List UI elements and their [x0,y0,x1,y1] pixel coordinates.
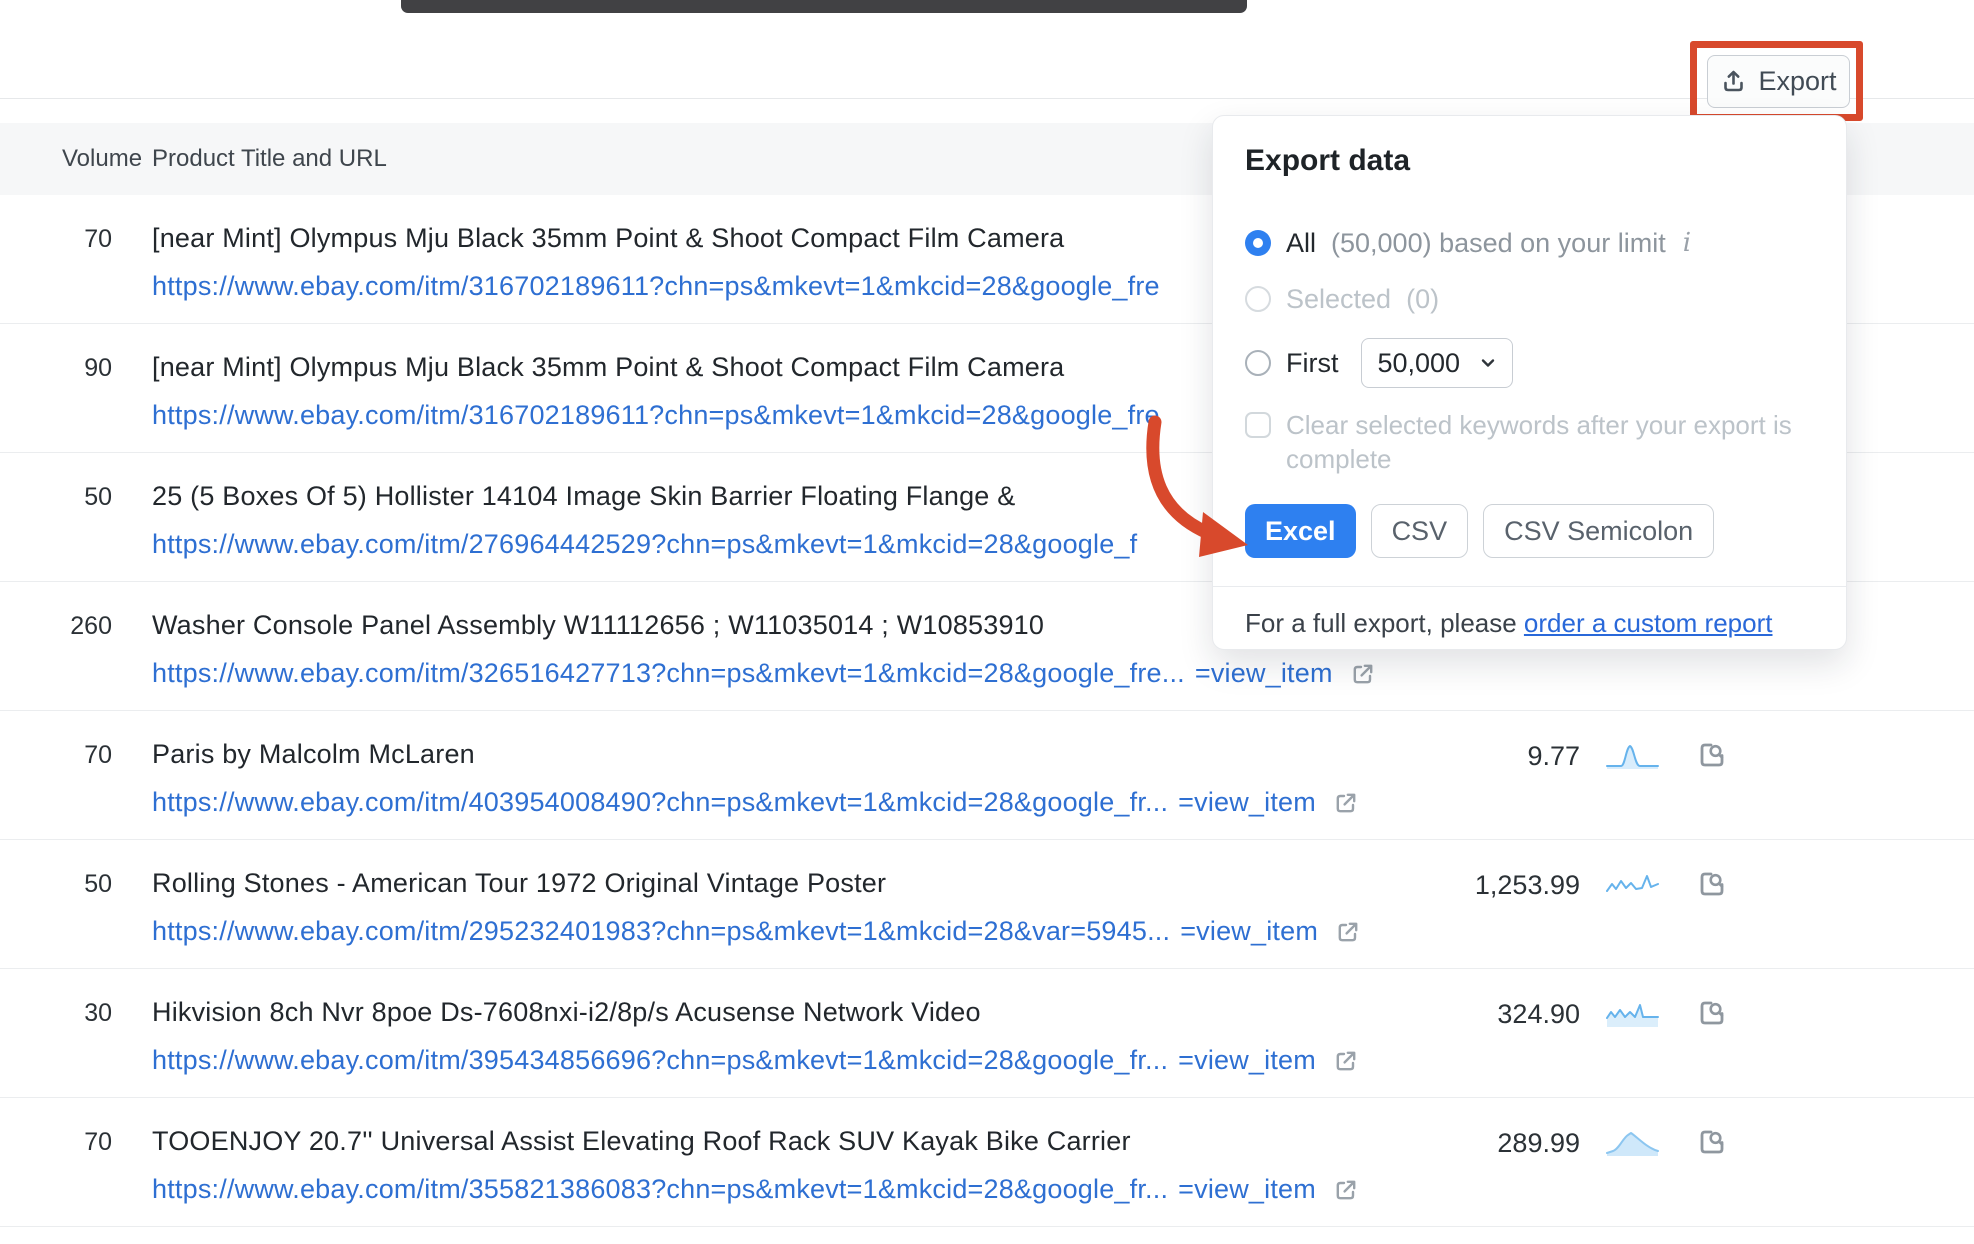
volume-value: 50 [30,483,112,512]
excel-button[interactable]: Excel [1245,504,1356,558]
format-buttons: Excel CSV CSV Semicolon [1245,504,1714,558]
table-row: 70 Paris by Malcolm McLaren https://www.eb… [0,711,1974,840]
radio-all[interactable] [1245,230,1271,256]
popup-footer-divider [1213,586,1846,587]
table-top-divider [0,98,1974,99]
popup-footer: For a full export, please order a custom… [1245,608,1772,639]
product-url-suffix: =view_item [1178,1174,1316,1205]
trend-sparkline-peak [1606,743,1660,770]
radio-all-label: All [1286,228,1316,259]
trend-sparkline-hump-filled [1606,1130,1660,1157]
order-custom-report-link[interactable]: order a custom report [1524,608,1773,638]
radio-selected [1245,286,1271,312]
volume-value: 260 [30,612,112,641]
volume-value: 70 [30,225,112,254]
external-link-icon[interactable] [1333,1177,1359,1203]
csv-button[interactable]: CSV [1371,504,1469,558]
product-url-line: https://www.ebay.com/itm/316702189611?ch… [152,400,1160,431]
volume-value: 70 [30,741,112,770]
export-button[interactable]: Export [1707,55,1850,108]
table-row: 70 TOOENJOY 20.7'' Universal Assist Eleva… [0,1098,1974,1227]
popup-footer-text: For a full export, please [1245,608,1524,638]
limit-dropdown-value: 50,000 [1377,348,1460,379]
product-title: Hikvision 8ch Nvr 8poe Ds-7608nxi-i2/8p/… [152,997,981,1028]
export-button-label: Export [1758,66,1836,97]
upload-icon [1720,68,1747,95]
price-value: 9.77 [1370,741,1580,772]
external-link-icon[interactable] [1350,661,1376,687]
radio-all-note: (50,000) based on your limit [1331,228,1666,259]
radio-selected-label: Selected [1286,284,1391,315]
page-preview-icon[interactable] [1698,999,1726,1027]
product-url-link[interactable]: https://www.ebay.com/itm/355821386083?ch… [152,1174,1168,1205]
limit-dropdown[interactable]: 50,000 [1361,338,1513,388]
radio-first-label: First [1286,348,1338,379]
clear-keywords-option: Clear selected keywords after your expor… [1245,408,1834,476]
price-value: 324.90 [1370,999,1580,1030]
product-url-link[interactable]: https://www.ebay.com/itm/403954008490?ch… [152,787,1168,818]
product-url-suffix: =view_item [1195,658,1333,689]
screen: Volume Product Title and URL 70 [near Min… [0,0,1974,1244]
product-title: [near Mint] Olympus Mju Black 35mm Point… [152,352,1064,383]
radio-selected-note: (0) [1406,284,1439,315]
trend-sparkline-zigzag-filled [1606,1001,1660,1028]
product-title: Paris by Malcolm McLaren [152,739,475,770]
page-preview-icon[interactable] [1698,870,1726,898]
volume-value: 70 [30,1128,112,1157]
top-dark-bar [401,0,1247,13]
volume-value: 50 [30,870,112,899]
clear-keywords-checkbox [1245,412,1271,438]
product-url-link[interactable]: https://www.ebay.com/itm/276964442529?ch… [152,529,1137,560]
column-header-title-url: Product Title and URL [152,123,387,195]
page-preview-icon[interactable] [1698,1128,1726,1156]
radio-first[interactable] [1245,350,1271,376]
volume-value: 90 [30,354,112,383]
product-url-line: https://www.ebay.com/itm/326516427713?ch… [152,658,1376,689]
export-option-first: First 50,000 [1245,338,1513,388]
table-row: 50 Rolling Stones - American Tour 1972 Or… [0,840,1974,969]
volume-value: 30 [30,999,112,1028]
product-url-suffix: =view_item [1178,787,1316,818]
product-url-line: https://www.ebay.com/itm/403954008490?ch… [152,787,1359,818]
product-title: Rolling Stones - American Tour 1972 Orig… [152,868,886,899]
external-link-icon[interactable] [1335,919,1361,945]
csv-semicolon-button[interactable]: CSV Semicolon [1483,504,1714,558]
page-preview-icon[interactable] [1698,741,1726,769]
export-popup-title: Export data [1245,144,1410,178]
price-value: 1,253.99 [1370,870,1580,901]
column-header-volume: Volume [62,123,142,195]
clear-keywords-label: Clear selected keywords after your expor… [1286,408,1834,476]
export-popup: Export data All (50,000) based on your l… [1212,115,1847,650]
product-url-link[interactable]: https://www.ebay.com/itm/395434856696?ch… [152,1045,1168,1076]
product-url-suffix: =view_item [1178,1045,1316,1076]
product-url-suffix: =view_item [1180,916,1318,947]
external-link-icon[interactable] [1333,1048,1359,1074]
product-url-link[interactable]: https://www.ebay.com/itm/295232401983?ch… [152,916,1170,947]
product-title: TOOENJOY 20.7'' Universal Assist Elevati… [152,1126,1131,1157]
price-value: 289.99 [1370,1128,1580,1159]
info-icon: i [1683,228,1691,258]
product-url-line: https://www.ebay.com/itm/355821386083?ch… [152,1174,1359,1205]
product-url-line: https://www.ebay.com/itm/316702189611?ch… [152,271,1160,302]
export-option-all: All (50,000) based on your limit i [1245,228,1691,258]
product-url-link[interactable]: https://www.ebay.com/itm/326516427713?ch… [152,658,1185,689]
product-title: [near Mint] Olympus Mju Black 35mm Point… [152,223,1064,254]
product-url-line: https://www.ebay.com/itm/276964442529?ch… [152,529,1137,560]
export-option-selected: Selected (0) [1245,284,1439,314]
product-url-link[interactable]: https://www.ebay.com/itm/316702189611?ch… [152,400,1160,431]
product-title: 25 (5 Boxes Of 5) Hollister 14104 Image … [152,481,1015,512]
product-url-line: https://www.ebay.com/itm/395434856696?ch… [152,1045,1359,1076]
external-link-icon[interactable] [1333,790,1359,816]
chevron-down-icon [1479,354,1497,372]
trend-sparkline-zigzag-line [1606,872,1660,899]
table-row: 30 Hikvision 8ch Nvr 8poe Ds-7608nxi-i2/8… [0,969,1974,1098]
product-title: Washer Console Panel Assembly W11112656 … [152,610,1044,641]
product-url-line: https://www.ebay.com/itm/295232401983?ch… [152,916,1361,947]
product-url-link[interactable]: https://www.ebay.com/itm/316702189611?ch… [152,271,1160,302]
